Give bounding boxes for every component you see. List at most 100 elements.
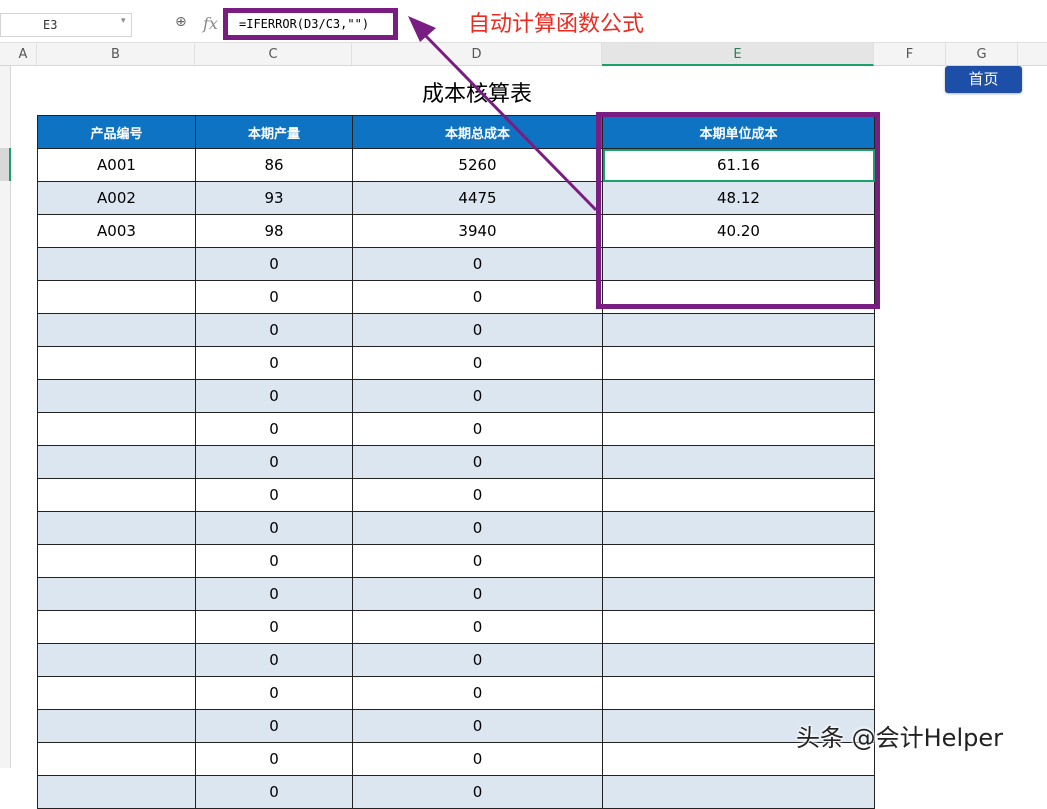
table-row: 00 [37, 676, 875, 710]
cell-total-cost[interactable]: 0 [352, 346, 603, 380]
cell-quantity[interactable]: 0 [195, 379, 353, 413]
cell-quantity[interactable]: 0 [195, 445, 353, 479]
cell-unit-cost[interactable] [602, 511, 875, 545]
zoom-icon[interactable]: ⊕ [175, 14, 187, 30]
cell-product-code[interactable] [37, 742, 196, 776]
cell-unit-cost[interactable] [602, 313, 875, 347]
cell-unit-cost[interactable] [602, 412, 875, 446]
cell-quantity[interactable]: 0 [195, 511, 353, 545]
row-header-selected[interactable] [0, 148, 11, 181]
header-unit-cost[interactable]: 本期单位成本 [602, 115, 875, 149]
cell-quantity[interactable]: 0 [195, 247, 353, 281]
cell-total-cost[interactable]: 0 [352, 412, 603, 446]
cell-unit-cost[interactable] [602, 280, 875, 314]
cell-product-code[interactable] [37, 478, 196, 512]
cell-quantity[interactable]: 0 [195, 577, 353, 611]
formula-input[interactable]: =IFERROR(D3/C3,"") [223, 8, 398, 40]
chevron-down-icon[interactable]: ▾ [121, 16, 126, 26]
cell-product-code[interactable] [37, 445, 196, 479]
cell-quantity[interactable]: 98 [195, 214, 353, 248]
cell-product-code[interactable] [37, 676, 196, 710]
cell-unit-cost[interactable] [602, 775, 875, 809]
cell-total-cost[interactable]: 4475 [352, 181, 603, 215]
cell-product-code[interactable]: A001 [37, 148, 196, 182]
cell-quantity[interactable]: 0 [195, 478, 353, 512]
cell-unit-cost[interactable] [602, 247, 875, 281]
cell-quantity[interactable]: 0 [195, 280, 353, 314]
cell-product-code[interactable] [37, 412, 196, 446]
cell-total-cost[interactable]: 0 [352, 676, 603, 710]
cell-unit-cost[interactable]: 40.20 [602, 214, 875, 248]
cell-product-code[interactable] [37, 346, 196, 380]
cell-quantity[interactable]: 0 [195, 709, 353, 743]
header-quantity[interactable]: 本期产量 [195, 115, 353, 149]
cell-product-code[interactable] [37, 544, 196, 578]
cell-unit-cost[interactable] [602, 346, 875, 380]
cell-unit-cost[interactable]: 61.16 [602, 148, 875, 182]
cell-total-cost[interactable]: 0 [352, 247, 603, 281]
cell-product-code[interactable] [37, 511, 196, 545]
cell-total-cost[interactable]: 0 [352, 577, 603, 611]
cell-quantity[interactable]: 0 [195, 742, 353, 776]
cell-unit-cost[interactable] [602, 610, 875, 644]
cell-unit-cost[interactable] [602, 379, 875, 413]
cell-total-cost[interactable]: 0 [352, 742, 603, 776]
cell-product-code[interactable] [37, 280, 196, 314]
cell-unit-cost[interactable]: 48.12 [602, 181, 875, 215]
home-button[interactable]: 首页 [945, 66, 1022, 93]
cell-total-cost[interactable]: 5260 [352, 148, 603, 182]
cell-product-code[interactable] [37, 709, 196, 743]
cell-quantity[interactable]: 0 [195, 313, 353, 347]
cell-total-cost[interactable]: 0 [352, 610, 603, 644]
cell-unit-cost[interactable] [602, 577, 875, 611]
cell-total-cost[interactable]: 0 [352, 478, 603, 512]
column-header-g[interactable]: G [946, 43, 1018, 66]
table-row: 00 [37, 610, 875, 644]
header-total-cost[interactable]: 本期总成本 [352, 115, 603, 149]
cell-total-cost[interactable]: 3940 [352, 214, 603, 248]
cell-unit-cost[interactable] [602, 478, 875, 512]
cell-product-code[interactable] [37, 643, 196, 677]
cell-quantity[interactable]: 0 [195, 676, 353, 710]
cell-product-code[interactable]: A002 [37, 181, 196, 215]
cell-product-code[interactable] [37, 610, 196, 644]
column-header-a[interactable]: A [10, 43, 37, 66]
cell-product-code[interactable]: A003 [37, 214, 196, 248]
cell-total-cost[interactable]: 0 [352, 280, 603, 314]
cell-total-cost[interactable]: 0 [352, 544, 603, 578]
cell-unit-cost[interactable] [602, 676, 875, 710]
cell-quantity[interactable]: 0 [195, 346, 353, 380]
cell-total-cost[interactable]: 0 [352, 511, 603, 545]
column-header-b[interactable]: B [37, 43, 195, 66]
cell-product-code[interactable] [37, 247, 196, 281]
table-row: A003 98 3940 40.20 [37, 214, 875, 248]
cell-quantity[interactable]: 0 [195, 610, 353, 644]
cell-quantity[interactable]: 0 [195, 643, 353, 677]
cell-quantity[interactable]: 0 [195, 775, 353, 809]
cell-total-cost[interactable]: 0 [352, 313, 603, 347]
cell-quantity[interactable]: 0 [195, 412, 353, 446]
cell-product-code[interactable] [37, 775, 196, 809]
cell-quantity[interactable]: 0 [195, 544, 353, 578]
cell-total-cost[interactable]: 0 [352, 445, 603, 479]
cell-total-cost[interactable]: 0 [352, 379, 603, 413]
cell-unit-cost[interactable] [602, 445, 875, 479]
cell-total-cost[interactable]: 0 [352, 775, 603, 809]
cell-product-code[interactable] [37, 577, 196, 611]
cell-product-code[interactable] [37, 379, 196, 413]
column-header-e[interactable]: E [602, 43, 874, 66]
cell-quantity[interactable]: 86 [195, 148, 353, 182]
cell-unit-cost[interactable] [602, 643, 875, 677]
name-box[interactable]: E3 [0, 13, 132, 37]
sheet-title: 成本核算表 [421, 82, 532, 107]
fx-icon[interactable]: fx [203, 14, 218, 33]
column-header-d[interactable]: D [352, 43, 602, 66]
column-header-c[interactable]: C [195, 43, 352, 66]
header-product-code[interactable]: 产品编号 [37, 115, 196, 149]
cell-total-cost[interactable]: 0 [352, 709, 603, 743]
cell-unit-cost[interactable] [602, 544, 875, 578]
cell-total-cost[interactable]: 0 [352, 643, 603, 677]
column-header-f[interactable]: F [874, 43, 946, 66]
cell-quantity[interactable]: 93 [195, 181, 353, 215]
cell-product-code[interactable] [37, 313, 196, 347]
